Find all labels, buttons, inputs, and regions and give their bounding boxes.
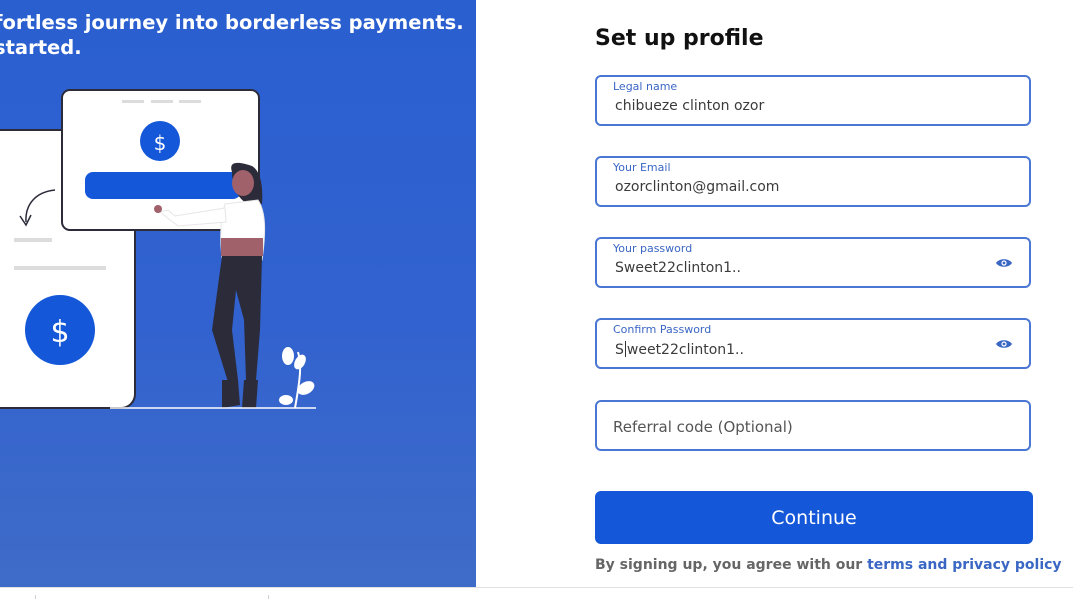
bottom-bar (0, 587, 1073, 600)
email-field[interactable]: Your Email ozorclinton@gmail.com (595, 156, 1031, 207)
password-value[interactable]: Sweet22clinton1.. (615, 260, 741, 276)
divider-tick (35, 595, 36, 599)
legal-name-value[interactable]: chibueze clinton ozor (615, 98, 764, 114)
password-label: Your password (613, 242, 693, 255)
show-password-eye-icon[interactable] (995, 257, 1013, 269)
email-value[interactable]: ozorclinton@gmail.com (615, 179, 779, 195)
password-field[interactable]: Your password Sweet22clinton1.. (595, 237, 1031, 288)
confirm-password-field[interactable]: Confirm Password Sweet22clinton1.. (595, 318, 1031, 369)
payment-illustration: $ $ (0, 89, 316, 409)
page-title: Set up profile (595, 26, 764, 51)
svg-text:$: $ (50, 315, 69, 350)
referral-code-placeholder[interactable]: Referral code (Optional) (613, 418, 793, 436)
confirm-password-value[interactable]: Sweet22clinton1.. (615, 341, 744, 358)
confirm-password-label: Confirm Password (613, 323, 712, 336)
show-confirm-password-eye-icon[interactable] (995, 338, 1013, 350)
referral-code-field[interactable]: Referral code (Optional) (595, 400, 1031, 451)
text-caret (624, 341, 626, 357)
terms-notice: By signing up, you agree with our terms … (595, 557, 1062, 573)
terms-privacy-link[interactable]: terms and privacy policy (867, 557, 1061, 573)
divider-tick (268, 595, 269, 599)
hero-panel: fortless journey into borderless payment… (0, 0, 476, 587)
signup-form-panel: Set up profile Legal name chibueze clint… (476, 0, 1073, 587)
email-label: Your Email (613, 161, 671, 174)
continue-button[interactable]: Continue (595, 491, 1033, 544)
svg-text:$: $ (154, 131, 167, 155)
legal-name-label: Legal name (613, 80, 678, 93)
legal-name-field[interactable]: Legal name chibueze clinton ozor (595, 75, 1031, 126)
terms-prefix: By signing up, you agree with our (595, 557, 868, 573)
